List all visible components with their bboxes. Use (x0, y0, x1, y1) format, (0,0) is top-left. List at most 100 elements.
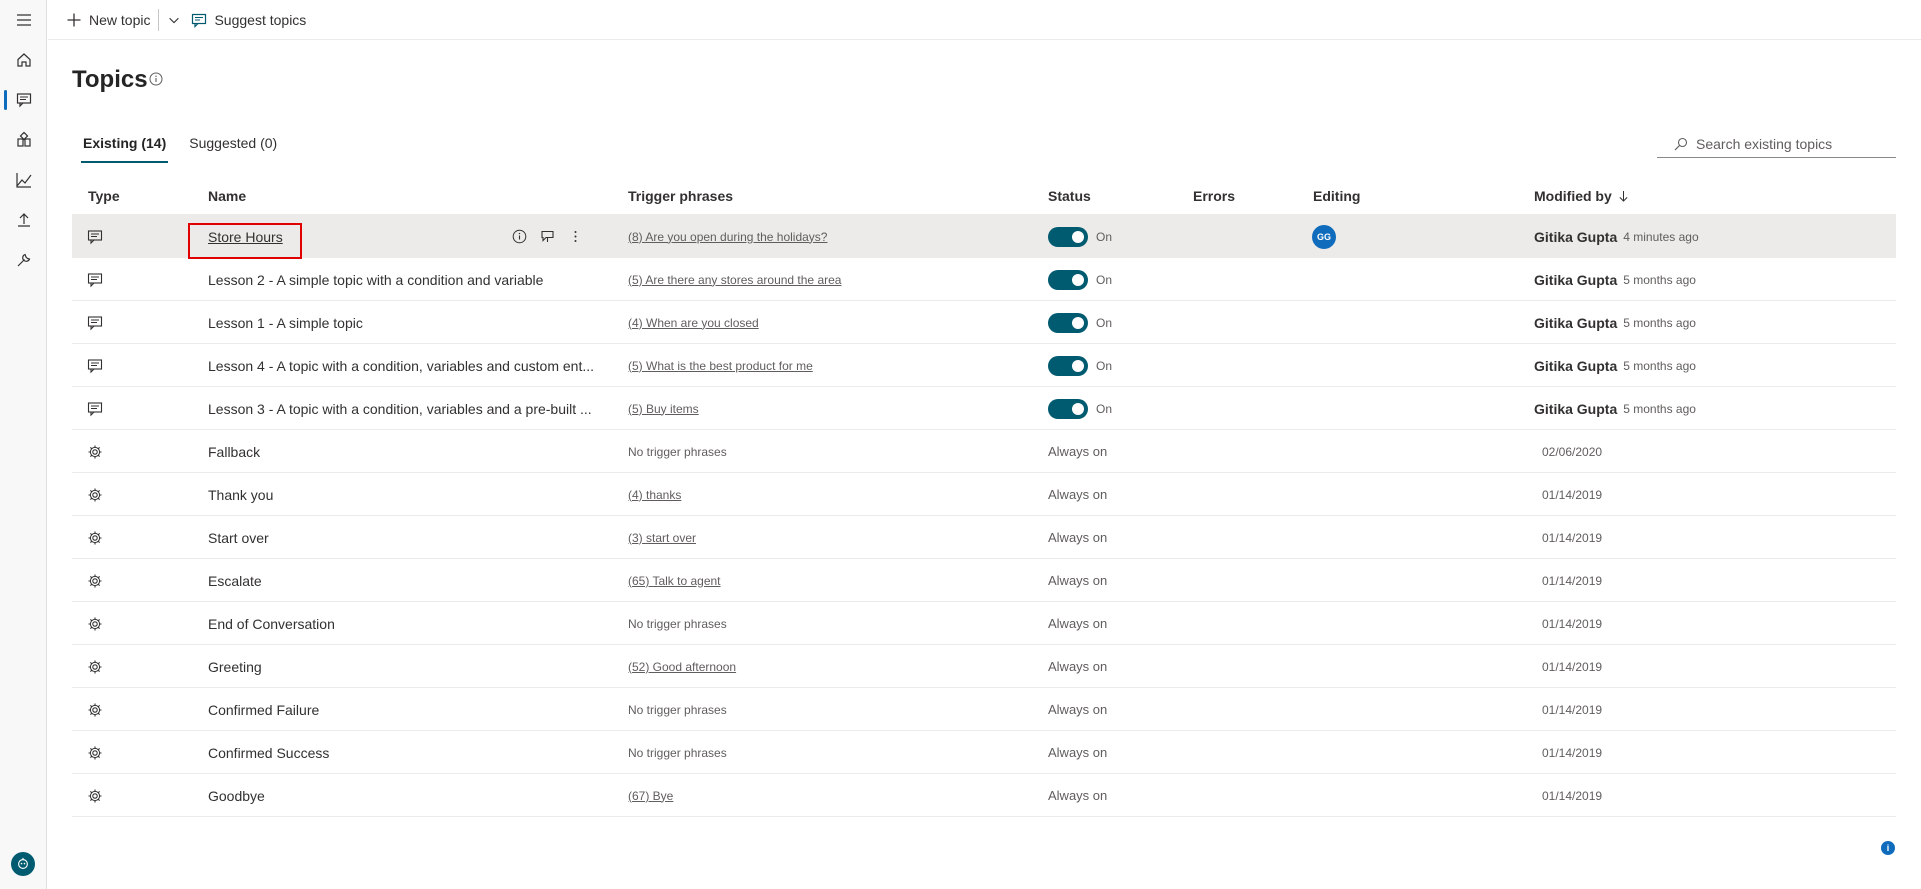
entities-icon[interactable] (0, 120, 47, 160)
status-toggle[interactable] (1048, 312, 1088, 333)
table-row[interactable]: Store Hours (8) Are you open during the h… (72, 215, 1896, 259)
status-label: Always on (1048, 487, 1108, 502)
suggest-topics-icon (192, 13, 207, 28)
status-label: Always on (1048, 530, 1108, 545)
editing-cell: GG (1312, 215, 1336, 258)
topic-name[interactable]: Thank you (208, 473, 598, 516)
more-options-icon[interactable] (568, 229, 583, 244)
table-row[interactable]: Fallback No trigger phrases Always on 02/06… (72, 430, 1896, 473)
chevron-down-icon (169, 17, 180, 23)
status-toggle-cell: On (1048, 258, 1112, 301)
modified-time: 5 months ago (1623, 272, 1696, 287)
table-row[interactable]: Escalate (65) Talk to agent Always on 01/14… (72, 559, 1896, 602)
trigger-phrases[interactable]: (5) Are there any stores around the area (628, 258, 841, 301)
new-topic-dropdown-button[interactable] (167, 0, 191, 40)
new-topic-button[interactable]: New topic (66, 0, 150, 40)
chat-icon (87, 344, 103, 387)
column-header-editing[interactable]: Editing (1313, 177, 1360, 215)
column-header-type[interactable]: Type (88, 177, 120, 215)
search-input[interactable] (1696, 135, 1886, 152)
topic-name[interactable]: Lesson 2 - A simple topic with a conditi… (208, 258, 598, 301)
new-topic-label: New topic (89, 11, 151, 28)
table-row[interactable]: Greeting (52) Good afternoon Always on 01/1… (72, 645, 1896, 688)
column-header-trigger-phrases[interactable]: Trigger phrases (628, 177, 733, 215)
hamburger-menu-icon[interactable] (0, 0, 47, 40)
table-row[interactable]: Lesson 1 - A simple topic (4) When are yo… (72, 301, 1896, 344)
column-header-name[interactable]: Name (208, 177, 246, 215)
trigger-phrases[interactable]: (8) Are you open during the holidays? (628, 215, 827, 258)
status-toggle-cell: On (1048, 387, 1112, 430)
table-row[interactable]: Thank you (4) thanks Always on 01/14/2019 (72, 473, 1896, 516)
status-label: On (1096, 315, 1113, 330)
column-header-modified-by[interactable]: Modified by (1534, 177, 1629, 215)
analytics-icon[interactable] (0, 160, 47, 200)
modified-by: Gitika Gupta 5 months ago (1534, 301, 1696, 344)
details-info-icon[interactable] (512, 229, 527, 244)
status-toggle[interactable] (1048, 355, 1088, 376)
modified-date: 01/14/2019 (1542, 659, 1603, 674)
status-label: Always on (1048, 444, 1108, 459)
modified-date: 01/14/2019 (1542, 487, 1603, 502)
trigger-phrases-text: (4) When are you closed (628, 315, 759, 330)
topic-name[interactable]: Lesson 4 - A topic with a condition, var… (208, 344, 598, 387)
table-row[interactable]: Confirmed Failure No trigger phrases Alway… (72, 688, 1896, 731)
trigger-phrases[interactable]: (5) What is the best product for me (628, 344, 813, 387)
column-header-status[interactable]: Status (1048, 177, 1091, 215)
trigger-phrases-text: (67) Bye (628, 788, 674, 803)
help-info-icon[interactable]: i (1881, 841, 1895, 855)
system-gear-icon (87, 473, 103, 516)
table-body: Store Hours (8) Are you open during the h… (72, 215, 1896, 817)
table-row[interactable]: Goodbye (67) Bye Always on 01/14/2019 (72, 774, 1896, 817)
trigger-phrases[interactable]: (4) thanks (628, 473, 681, 516)
topic-name[interactable]: Greeting (208, 645, 598, 688)
bot-avatar-icon[interactable] (11, 852, 35, 876)
trigger-phrases[interactable]: (65) Talk to agent (628, 559, 721, 602)
home-icon[interactable] (0, 40, 47, 80)
page-title: Topics (72, 66, 148, 93)
avatar[interactable]: GG (1312, 224, 1336, 249)
status-label: On (1096, 229, 1113, 244)
publish-icon[interactable] (0, 200, 47, 240)
modified-by: Gitika Gupta 5 months ago (1534, 258, 1696, 301)
test-bot-icon[interactable] (540, 229, 555, 244)
table-row[interactable]: Confirmed Success No trigger phrases Alway… (72, 731, 1896, 774)
status-toggle[interactable] (1048, 226, 1088, 247)
modified-time: 5 months ago (1623, 315, 1696, 330)
info-icon[interactable] (149, 72, 163, 86)
status-toggle-cell: On (1048, 215, 1112, 258)
table-row[interactable]: Lesson 4 - A topic with a condition, var… (72, 344, 1896, 387)
table-row[interactable]: Lesson 3 - A topic with a condition, var… (72, 387, 1896, 430)
tab-existing[interactable]: Existing (14) (72, 132, 178, 163)
topic-name[interactable]: Confirmed Success (208, 731, 598, 774)
trigger-phrases-text: (8) Are you open during the holidays? (628, 229, 828, 244)
tab-suggested[interactable]: Suggested (0) (178, 132, 289, 163)
trigger-phrases[interactable]: (3) start over (628, 516, 696, 559)
status-toggle[interactable] (1048, 398, 1088, 419)
trigger-phrases[interactable]: (67) Bye (628, 774, 673, 817)
table-row[interactable]: Lesson 2 - A simple topic with a conditi… (72, 258, 1896, 301)
suggest-topics-button[interactable]: Suggest topics (191, 0, 306, 40)
trigger-phrases[interactable]: (5) Buy items (628, 387, 699, 430)
column-header-errors[interactable]: Errors (1193, 177, 1235, 215)
topic-name[interactable]: Goodbye (208, 774, 598, 817)
topic-name[interactable]: Lesson 1 - A simple topic (208, 301, 598, 344)
system-gear-icon (87, 774, 103, 817)
trigger-phrases[interactable]: (52) Good afternoon (628, 645, 736, 688)
topic-name[interactable]: Escalate (208, 559, 598, 602)
status-toggle[interactable] (1048, 269, 1088, 290)
topic-name[interactable]: End of Conversation (208, 602, 598, 645)
topic-name-text: Thank you (208, 486, 274, 503)
settings-wrench-icon[interactable] (0, 240, 47, 280)
column-header-modified-by-label: Modified by (1534, 188, 1612, 204)
topic-name[interactable]: Lesson 3 - A topic with a condition, var… (208, 387, 598, 430)
topic-name[interactable]: Start over (208, 516, 598, 559)
trigger-phrases[interactable]: (4) When are you closed (628, 301, 759, 344)
status-label: Always on (1048, 573, 1108, 588)
topic-name[interactable]: Confirmed Failure (208, 688, 598, 731)
table-row[interactable]: Start over (3) start over Always on 01/14/2… (72, 516, 1896, 559)
chat-icon (87, 258, 103, 301)
topics-chat-icon[interactable] (0, 80, 47, 120)
topic-name-text: Goodbye (208, 787, 265, 804)
topic-name[interactable]: Fallback (208, 430, 598, 473)
table-row[interactable]: End of Conversation No trigger phrases Alw… (72, 602, 1896, 645)
